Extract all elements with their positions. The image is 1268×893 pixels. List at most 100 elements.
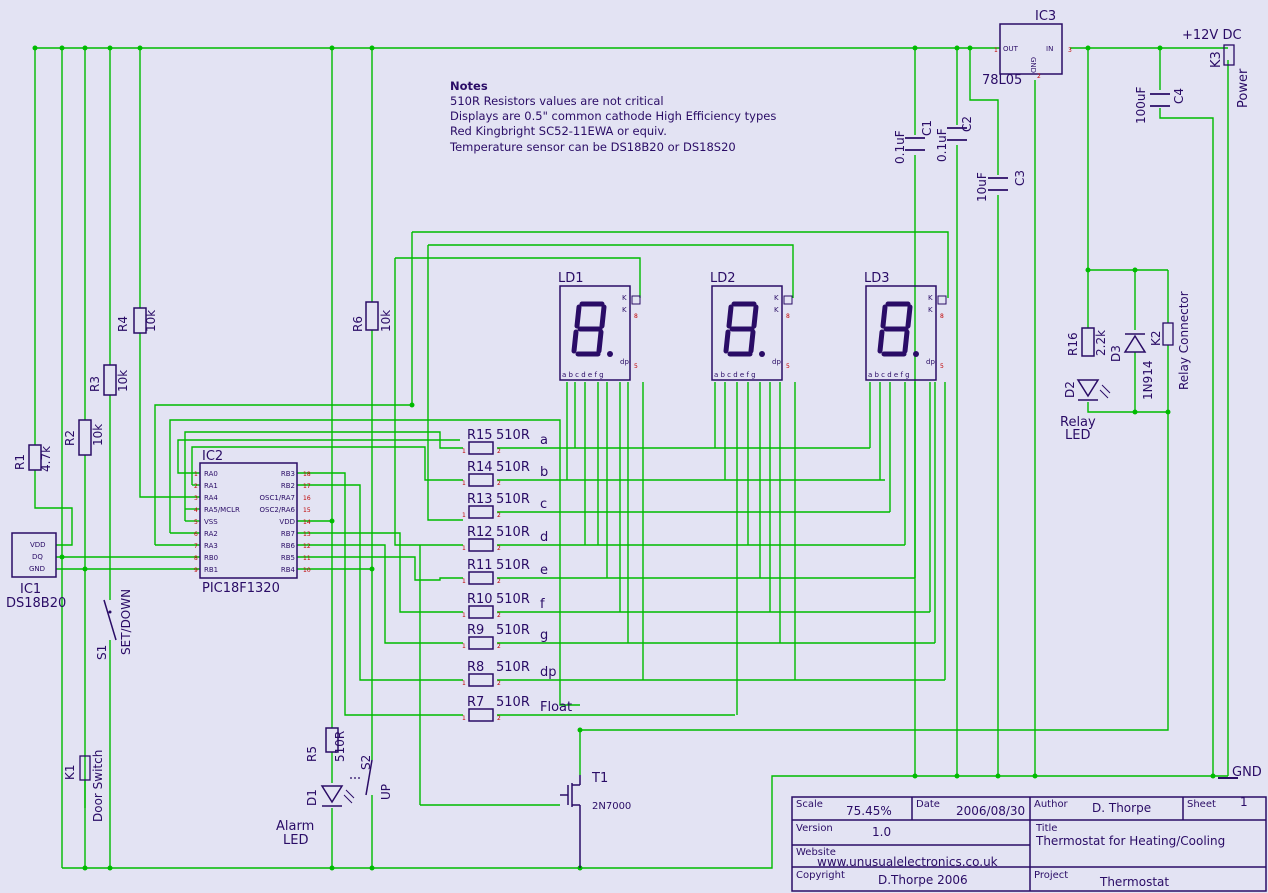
mcu-pin-labels: RA0 1 RA1 2 RA4 3 RA5/MCLR 4 VSS 5 RA2 6 RA3 7 RB0 8 RB1… — [194, 470, 311, 574]
svg-text:2: 2 — [497, 715, 501, 722]
notes-heading: Notes — [450, 79, 488, 93]
svg-text:5: 5 — [940, 363, 944, 370]
c3-ref: C3 — [1013, 170, 1027, 186]
d3-part: 1N914 — [1141, 360, 1155, 400]
r5-ref: R5 — [305, 746, 319, 762]
svg-text:2: 2 — [497, 480, 501, 487]
ic3-ref: IC3 — [1035, 9, 1056, 24]
mcu-pin-num: 9 — [194, 567, 198, 574]
mcu-pin-name: VSS — [204, 518, 218, 526]
capacitor-c2: 0.1uF C2 — [935, 116, 974, 162]
display-ld3: LD3 KKdp a b c d e f g 8 5 — [864, 271, 947, 381]
svg-text:2: 2 — [497, 545, 501, 552]
svg-text:2: 2 — [497, 680, 501, 687]
r3-value: 10k — [116, 370, 130, 392]
segment-resistor-value: 510R — [496, 592, 530, 607]
segment-net-label: b — [540, 465, 548, 480]
mcu-pin-num: 6 — [194, 531, 198, 538]
segment-resistor-r11: R11 510R e 1 2 — [462, 558, 548, 585]
regulator-ic3: IC3 OUT IN GND 78L05 3 1 2 — [982, 9, 1072, 88]
copyright-label: Copyright — [796, 870, 845, 881]
ic3-gnd-label: GND — [1029, 57, 1037, 73]
display-seg-row: a b c d e f g — [714, 371, 756, 379]
svg-text:1: 1 — [462, 715, 466, 722]
d1-name2: LED — [283, 833, 308, 848]
mcu-pin-name: RB6 — [281, 542, 296, 550]
ic1-pin-gnd: GND — [29, 565, 45, 573]
ic2-part: PIC18F1320 — [202, 581, 280, 596]
d1-name: Alarm — [276, 819, 314, 834]
mcu-pin-num: 16 — [303, 495, 311, 502]
t1-part: 2N7000 — [592, 801, 631, 812]
display-dp-pin: dp — [620, 358, 629, 366]
segment-resistor-r13: R13 510R c 1 2 — [462, 492, 547, 519]
d2-ref: D2 — [1063, 381, 1077, 398]
segment-resistor-value: 510R — [496, 623, 530, 638]
mcu-pin-name: RB1 — [204, 566, 218, 574]
svg-text:5: 5 — [634, 363, 638, 370]
r4-value: 10k — [144, 310, 158, 332]
c1-ref: C1 — [920, 120, 934, 136]
c2-ref: C2 — [960, 116, 974, 132]
segment-resistor-value: 510R — [496, 428, 530, 443]
mcu-pin-num: 5 — [194, 519, 198, 526]
segment-net-label: f — [540, 597, 545, 612]
display-bank: LD1KKdpa b c d e f g85LD2KKdpa b c d e f… — [558, 271, 947, 381]
k1-ref: K1 — [63, 764, 77, 780]
capacitor-c1: 0.1uF C1 — [893, 120, 934, 164]
t1-ref: T1 — [591, 771, 608, 786]
version-label: Version — [796, 823, 833, 834]
svg-text:2: 2 — [497, 612, 501, 619]
author-label: Author — [1034, 799, 1069, 810]
switch-s1: S1 SET/DOWN — [95, 589, 133, 660]
svg-text:1: 1 — [462, 545, 466, 552]
mcu-pin-name: RA0 — [204, 470, 218, 478]
c1-value: 0.1uF — [893, 130, 907, 164]
mcu-pin-num: 3 — [194, 495, 198, 502]
svg-text:8: 8 — [634, 313, 638, 320]
ic3-in-label: IN — [1046, 45, 1053, 53]
segment-net-label: a — [540, 433, 548, 448]
svg-text:2: 2 — [497, 512, 501, 519]
mcu-pin-num: 4 — [194, 507, 198, 514]
title-value: Thermostat for Heating/Cooling — [1035, 834, 1225, 848]
svg-text:8: 8 — [786, 313, 790, 320]
resistor-r5: R5 510R — [305, 727, 347, 762]
display-seg-row: a b c d e f g — [562, 371, 604, 379]
ic1-pin-dq: DQ — [32, 553, 43, 561]
segment-resistor-value: 510R — [496, 558, 530, 573]
s2-name: UP — [379, 784, 393, 800]
segment-resistor-bank: R15 510R a1 2R14 510R b1 2R13 510R c1 2R12 510R d1 2… — [462, 428, 572, 722]
ic1-part: DS18B20 — [6, 596, 66, 611]
power-label: Power — [1236, 68, 1251, 108]
svg-text:2: 2 — [497, 578, 501, 585]
power-connector-k3: +12V DC K3 Power GND — [1182, 28, 1262, 780]
segment-resistor-ref: R9 — [467, 623, 484, 638]
mcu-ic2: IC2 PIC18F1320 RA0 1 RA1 2 RA4 3 RA5/MCLR 4 VSS 5… — [194, 449, 311, 596]
segment-resistor-value: 510R — [496, 695, 530, 710]
svg-text:1: 1 — [462, 643, 466, 650]
segment-net-label: g — [540, 628, 548, 643]
capacitor-c3: 10uF C3 — [975, 170, 1027, 202]
note-line-4: Temperature sensor can be DS18B20 or DS1… — [449, 140, 736, 154]
date-value: 2006/08/30 — [956, 804, 1025, 818]
r2-ref: R2 — [63, 430, 77, 446]
segment-resistor-value: 510R — [496, 525, 530, 540]
r1-ref: R1 — [13, 454, 27, 470]
ic3-part: 78L05 — [982, 73, 1022, 88]
c3-value: 10uF — [975, 172, 989, 202]
resistor-r2: R2 10k — [63, 419, 105, 456]
display-dp-pin: dp — [772, 358, 781, 366]
mcu-pin-name: RB5 — [281, 554, 295, 562]
r4-ref: R4 — [116, 316, 130, 332]
k1-name: Door Switch — [91, 750, 105, 822]
display-k-pin: K — [774, 294, 779, 302]
segment-resistor-value: 510R — [496, 660, 530, 675]
mcu-pin-num: 15 — [303, 507, 311, 514]
ic1-ref: IC1 — [20, 582, 41, 597]
c2-value: 0.1uF — [935, 128, 949, 162]
segment-resistor-r9: R9 510R g 1 2 — [462, 623, 548, 650]
mcu-pin-num: 17 — [303, 483, 311, 490]
segment-resistor-ref: R14 — [467, 460, 493, 475]
segment-net-label: Float — [540, 700, 572, 715]
